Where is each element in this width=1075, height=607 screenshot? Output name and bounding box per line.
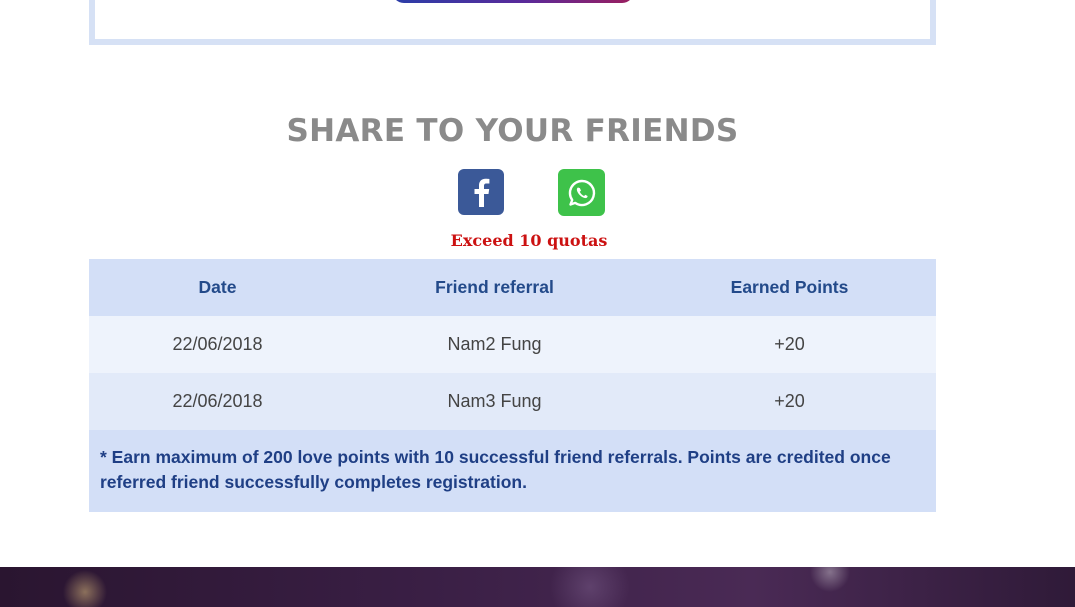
referral-table: Date Friend referral Earned Points 22/06… bbox=[89, 259, 936, 512]
table-row: 22/06/2018 Nam3 Fung +20 bbox=[89, 373, 936, 430]
column-header-points: Earned Points bbox=[730, 277, 849, 297]
facebook-share-button[interactable] bbox=[458, 169, 504, 215]
whatsapp-icon bbox=[568, 179, 595, 206]
footer-banner bbox=[0, 567, 1075, 607]
cell-points: +20 bbox=[774, 334, 805, 354]
column-header-date: Date bbox=[198, 277, 237, 297]
facebook-icon bbox=[474, 178, 490, 207]
previous-section-card bbox=[89, 0, 936, 45]
previous-section-card-inner bbox=[95, 0, 930, 39]
quota-warning: Exceed 10 quotas bbox=[450, 231, 608, 250]
cell-date: 22/06/2018 bbox=[172, 334, 263, 354]
submit-button[interactable] bbox=[392, 0, 634, 3]
cell-friend: Nam2 Fung bbox=[447, 334, 542, 354]
table-row: 22/06/2018 Nam2 Fung +20 bbox=[89, 316, 936, 373]
table-header-row: Date Friend referral Earned Points bbox=[89, 259, 936, 316]
whatsapp-share-button[interactable] bbox=[558, 169, 605, 216]
cell-points: +20 bbox=[774, 391, 805, 411]
share-title: SHARE TO YOUR FRIENDS bbox=[286, 113, 739, 149]
cell-friend: Nam3 Fung bbox=[447, 391, 542, 411]
cell-date: 22/06/2018 bbox=[172, 391, 263, 411]
column-header-friend: Friend referral bbox=[435, 277, 554, 297]
referral-footnote: * Earn maximum of 200 love points with 1… bbox=[89, 430, 936, 512]
